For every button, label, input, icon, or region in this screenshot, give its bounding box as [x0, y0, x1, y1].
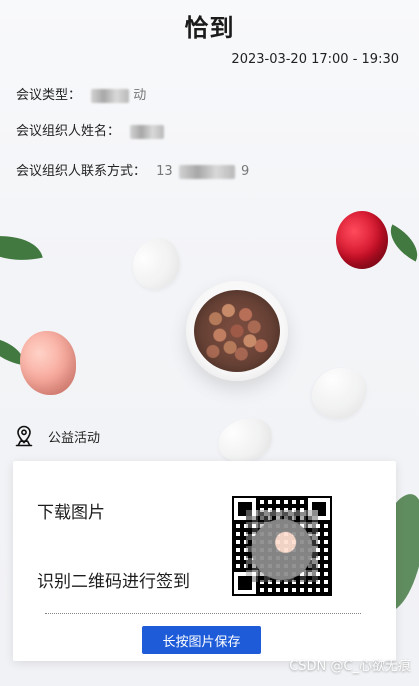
- meeting-type-value: 动: [91, 84, 146, 103]
- map-pin-person-icon: [12, 424, 36, 448]
- pink-rose-decoration: [20, 331, 76, 395]
- signin-card: 下载图片 识别二维码进行签到 长按图片保存: [13, 461, 396, 661]
- organizer-name-row: 会议组织人姓名：: [16, 120, 165, 139]
- redacted-text: [130, 124, 165, 139]
- redacted-text: [91, 88, 130, 103]
- download-image-text: 下载图片: [37, 503, 105, 523]
- organizer-contact-visible-prefix: 13: [156, 164, 173, 179]
- activity-row: 公益活动: [12, 424, 100, 448]
- red-rose-decoration: [336, 211, 388, 269]
- petal-decoration: [215, 415, 275, 465]
- meeting-type-row: 会议类型： 动: [16, 84, 146, 103]
- organizer-contact-value: 13 9: [156, 164, 249, 179]
- scan-qr-signin-text: 识别二维码进行签到: [37, 572, 190, 592]
- watermark: CSDN @C_心欲无痕: [289, 659, 411, 674]
- organizer-name-label: 会议组织人姓名：: [16, 124, 121, 139]
- redacted-text: [178, 164, 235, 179]
- meeting-datetime: 2023-03-20 17:00 - 19:30: [231, 52, 399, 67]
- screen: 恰到 2023-03-20 17:00 - 19:30 会议类型： 动 会议组织…: [0, 0, 419, 686]
- organizer-contact-visible-suffix: 9: [240, 164, 250, 179]
- qr-code-image[interactable]: [232, 496, 332, 596]
- petal-decoration: [124, 232, 188, 296]
- rosebud-tea-decoration: [194, 290, 280, 372]
- qr-obfuscation: [246, 510, 318, 582]
- organizer-contact-row: 会议组织人联系方式： 13 9: [16, 160, 249, 179]
- leaf-decoration: [0, 226, 43, 270]
- organizer-contact-label: 会议组织人联系方式：: [16, 164, 147, 179]
- organizer-name-value: [130, 124, 165, 139]
- dotted-divider: [45, 613, 361, 614]
- activity-label: 公益活动: [48, 430, 101, 446]
- save-image-button[interactable]: 长按图片保存: [142, 626, 261, 654]
- meeting-type-visible-suffix: 动: [133, 88, 147, 103]
- meeting-type-label: 会议类型：: [16, 88, 82, 103]
- page-title: 恰到: [184, 14, 235, 42]
- petal-decoration: [306, 360, 372, 426]
